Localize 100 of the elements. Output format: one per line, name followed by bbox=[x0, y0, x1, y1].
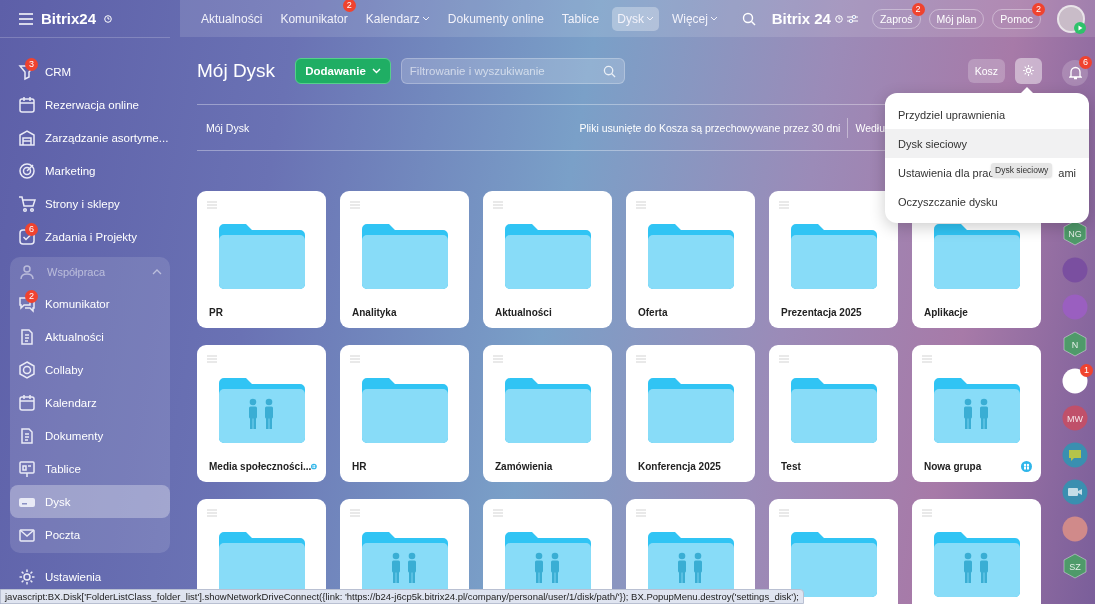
chevron-up-icon bbox=[152, 269, 162, 275]
folder-card[interactable]: Analityka bbox=[340, 191, 469, 328]
folder-card[interactable]: HR bbox=[340, 345, 469, 482]
user-avatar[interactable] bbox=[1057, 4, 1085, 33]
nav-tab[interactable]: Dokumenty online bbox=[442, 6, 549, 31]
sidebar-item[interactable]: Aktualności bbox=[10, 320, 170, 353]
folder-card[interactable]: Prezentacja 2025 bbox=[769, 191, 898, 328]
hexagon-avatar[interactable]: N bbox=[1062, 331, 1088, 357]
folder-card[interactable]: Nowa grupa bbox=[912, 345, 1041, 482]
logo[interactable]: Bitrix24 bbox=[41, 10, 97, 27]
video-camera-icon[interactable] bbox=[1062, 479, 1088, 505]
folder-card[interactable] bbox=[912, 499, 1041, 604]
group-icon bbox=[1021, 461, 1032, 472]
menu-item[interactable]: Ustawienia dla prac bbox=[898, 166, 994, 179]
nav-tab[interactable]: Kalendarz bbox=[360, 6, 435, 31]
search-icon[interactable] bbox=[741, 11, 756, 26]
nav-tab[interactable]: Tablice bbox=[556, 6, 605, 31]
people-icon bbox=[18, 263, 36, 281]
sidebar-item[interactable]: Kalendarz bbox=[10, 386, 170, 419]
folder-name: Nowa grupa bbox=[924, 461, 983, 472]
sort-label[interactable]: Wedłu bbox=[855, 121, 885, 134]
notification-badge: 1 bbox=[1080, 364, 1093, 377]
board-icon bbox=[18, 459, 36, 478]
page-title: Mój Dysk bbox=[197, 59, 276, 82]
nav-tab[interactable]: Aktualności bbox=[196, 6, 268, 31]
bell-icon bbox=[1068, 66, 1082, 80]
folder-name: Zamówienia bbox=[495, 461, 554, 472]
add-button[interactable]: Dodawanie bbox=[295, 57, 391, 84]
folder-name: Prezentacja 2025 bbox=[781, 307, 863, 318]
folder-name: Aktualności bbox=[495, 307, 553, 318]
nav-tab[interactable]: Więcej bbox=[666, 6, 723, 31]
sidebar-item[interactable]: Collaby bbox=[10, 353, 170, 386]
sidebar-item[interactable]: Strony i sklepy bbox=[10, 187, 170, 220]
notification-badge: 3 bbox=[25, 57, 38, 71]
settings-button[interactable] bbox=[1015, 57, 1042, 84]
folder-name: Oferta bbox=[638, 307, 669, 318]
tooltip: Dysk sieciowy bbox=[991, 163, 1053, 177]
hexagon-avatar[interactable]: SZ bbox=[1062, 553, 1088, 579]
document-icon bbox=[18, 327, 36, 346]
hexagon-icon bbox=[18, 360, 36, 379]
folder-name: HR bbox=[352, 461, 368, 472]
folder-card[interactable]: Aktualności bbox=[483, 191, 612, 328]
notification-badge: 6 bbox=[25, 222, 38, 236]
play-icon bbox=[1074, 21, 1086, 34]
group-header[interactable]: Współpraca bbox=[10, 257, 170, 287]
sidebar-item[interactable]: Poczta bbox=[10, 518, 170, 551]
notification-badge: 2 bbox=[1032, 2, 1045, 16]
warehouse-icon bbox=[18, 128, 36, 147]
sidebar-item[interactable]: 6 Zadania i Projekty bbox=[10, 220, 170, 253]
calendar-icon bbox=[18, 393, 36, 412]
settings-icon bbox=[18, 568, 36, 586]
retention-note: Pliki usunięte do Kosza są przechowywane przez 30 dni bbox=[579, 121, 841, 134]
cart-icon bbox=[18, 194, 36, 213]
sidebar-item[interactable]: Marketing bbox=[10, 154, 170, 187]
sidebar-item[interactable]: Dokumenty bbox=[10, 419, 170, 452]
initials-avatar[interactable]: MW bbox=[1062, 405, 1088, 431]
notification-badge: 2 bbox=[342, 0, 356, 12]
menu-item[interactable]: Dysk sieciowy bbox=[885, 129, 1089, 158]
folder-name: Aplikacje bbox=[924, 307, 969, 318]
chat-icon[interactable] bbox=[1062, 442, 1088, 468]
menu-icon[interactable] bbox=[19, 12, 33, 25]
notification-badge: 2 bbox=[25, 289, 38, 303]
sidebar-item[interactable]: Ustawienia bbox=[10, 566, 170, 588]
chevron-down-icon bbox=[371, 67, 381, 74]
notification-badge: 6 bbox=[1079, 56, 1092, 69]
folder-name: Media społeczności... bbox=[209, 461, 312, 472]
menu-item[interactable]: Przydziel uprawnienia bbox=[885, 100, 1089, 129]
settings-icon bbox=[1022, 64, 1035, 77]
sidebar-item[interactable]: Zarządzanie asortyme... bbox=[10, 121, 170, 154]
folder-card[interactable]: Konferencja 2025 bbox=[626, 345, 755, 482]
url-status-tooltip: javascript:BX.Disk['FolderListClass_folder_list'].showNetworkDriveConnect({link: 'https://b24-j6cp5k.bitrix24.pl/company/personal/user/1/disk/path/'}); BX.PopupMenu.destroy('settings_disk'); bbox=[0, 589, 804, 604]
document-icon bbox=[18, 426, 36, 445]
checkbox-icon bbox=[18, 227, 36, 246]
folder-card[interactable]: PR bbox=[197, 191, 326, 328]
clock-icon bbox=[834, 14, 843, 23]
logo[interactable]: Bitrix 24 bbox=[771, 10, 831, 27]
sidebar-item[interactable]: Rezerwacja online bbox=[10, 88, 170, 121]
sidebar-item[interactable]: 3 CRM bbox=[10, 55, 170, 88]
target-icon bbox=[18, 161, 36, 180]
sidebar-item[interactable]: 2 Komunikator bbox=[10, 287, 170, 320]
menu-item-text: ami bbox=[1058, 166, 1076, 179]
sidebar-item[interactable]: Tablice bbox=[10, 452, 170, 485]
folder-card[interactable]: Zamówienia bbox=[483, 345, 612, 482]
calendar-icon bbox=[18, 95, 36, 114]
search-icon bbox=[602, 64, 616, 78]
sidebar-item[interactable]: Dysk bbox=[10, 485, 170, 518]
folder-name: Test bbox=[781, 461, 802, 472]
avatar[interactable] bbox=[1062, 368, 1088, 394]
trash-button[interactable]: Kosz bbox=[967, 58, 1005, 83]
folder-name: PR bbox=[209, 307, 224, 318]
chat-icon bbox=[18, 294, 36, 313]
folder-card[interactable]: Oferta bbox=[626, 191, 755, 328]
breadcrumb-link[interactable]: Mój Dysk bbox=[206, 121, 250, 134]
folder-name: Konferencja 2025 bbox=[638, 461, 722, 472]
folder-card[interactable]: Test bbox=[769, 345, 898, 482]
folder-name: Analityka bbox=[352, 307, 398, 318]
folder-card[interactable]: Media społeczności... bbox=[197, 345, 326, 482]
group-icon bbox=[311, 461, 317, 472]
clock-icon bbox=[104, 14, 113, 23]
sliders-icon[interactable] bbox=[846, 13, 858, 24]
